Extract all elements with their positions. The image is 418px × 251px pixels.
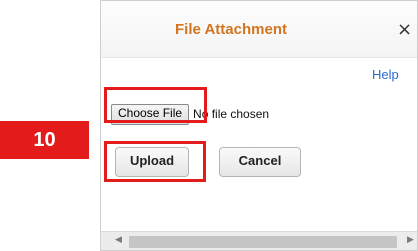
horizontal-scrollbar[interactable]: ◀ ▶	[101, 231, 417, 250]
step-number-badge: 10	[0, 121, 89, 159]
file-attachment-dialog: File Attachment × Help Choose File No fi…	[100, 0, 418, 251]
dialog-titlebar: File Attachment ×	[101, 1, 417, 58]
upload-highlight-box	[104, 141, 206, 182]
choose-file-highlight-box	[104, 87, 207, 123]
close-icon[interactable]: ×	[397, 19, 412, 40]
help-link[interactable]: Help	[372, 67, 399, 82]
dialog-title: File Attachment	[175, 21, 287, 38]
cancel-button[interactable]: Cancel	[219, 147, 301, 177]
scroll-left-arrow-icon[interactable]: ◀	[115, 235, 122, 245]
scroll-right-arrow-icon[interactable]: ▶	[407, 235, 414, 245]
scrollbar-thumb[interactable]	[129, 236, 397, 248]
